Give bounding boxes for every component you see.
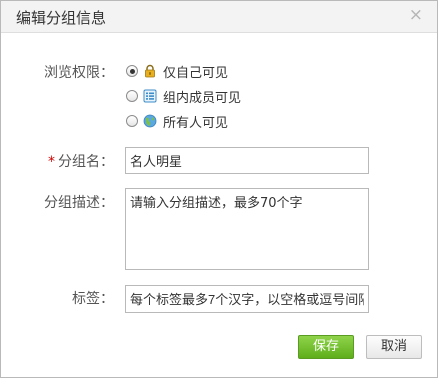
radio-visibility-everyone[interactable]: 所有人可见 xyxy=(126,112,229,131)
close-icon[interactable]: × xyxy=(409,5,423,25)
group-name-label-text: 分组名： xyxy=(58,154,114,170)
globe-icon xyxy=(143,114,157,128)
group-name-input[interactable] xyxy=(125,147,369,174)
radio-visibility-self[interactable]: 仅自己可见 xyxy=(126,62,229,81)
radio-label: 组内成员可见 xyxy=(163,90,242,106)
group-name-label: * 分组名： xyxy=(19,151,114,171)
cancel-button[interactable]: 取消 xyxy=(366,335,422,359)
visibility-label: 浏览权限： xyxy=(44,65,114,81)
edit-group-dialog: 编辑分组信息 × 浏览权限： 仅自己可见 组内成员可见 所有人可见 * 分组名：… xyxy=(0,0,438,378)
radio-label: 仅自己可见 xyxy=(163,65,229,81)
tags-label: 标签： xyxy=(72,291,114,307)
radio-button[interactable] xyxy=(126,65,138,77)
tags-input[interactable] xyxy=(125,285,369,313)
radio-label: 所有人可见 xyxy=(163,115,229,131)
radio-button[interactable] xyxy=(126,115,138,127)
lock-icon xyxy=(145,64,155,78)
description-label: 分组描述： xyxy=(44,195,114,211)
radio-visibility-members[interactable]: 组内成员可见 xyxy=(126,87,242,106)
member-list-icon xyxy=(143,89,157,103)
dialog-titlebar: 编辑分组信息 × xyxy=(1,1,437,33)
description-textarea[interactable] xyxy=(125,188,369,270)
dialog-title: 编辑分组信息 xyxy=(16,9,107,27)
save-button[interactable]: 保存 xyxy=(298,335,354,359)
radio-button[interactable] xyxy=(126,90,138,102)
required-mark: * xyxy=(48,154,55,170)
